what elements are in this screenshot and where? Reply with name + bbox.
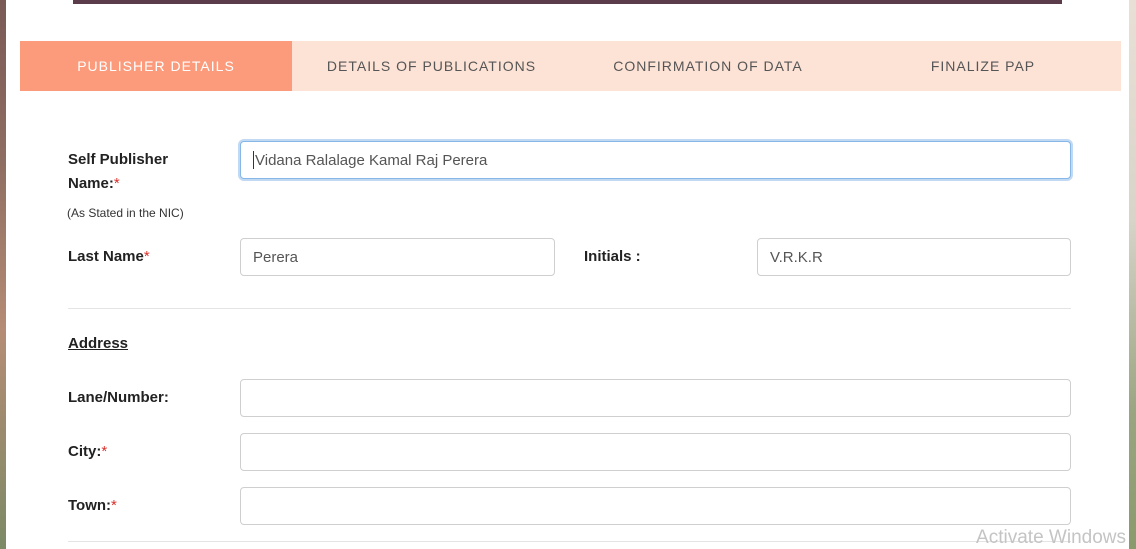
lane-number-input[interactable] <box>240 379 1071 417</box>
top-banner <box>73 0 1062 4</box>
last-name-label: Last Name* <box>68 245 150 269</box>
form-card: PUBLISHER DETAILS DETAILS OF PUBLICATION… <box>6 0 1129 549</box>
initials-input[interactable]: V.R.K.R <box>757 238 1071 276</box>
activate-windows-watermark: Activate Windows <box>976 527 1126 548</box>
tab-details-of-publications[interactable]: DETAILS OF PUBLICATIONS <box>292 41 571 91</box>
lane-number-label: Lane/Number: <box>68 389 169 406</box>
wizard-tabs: PUBLISHER DETAILS DETAILS OF PUBLICATION… <box>20 41 1121 91</box>
tab-confirmation-of-data[interactable]: CONFIRMATION OF DATA <box>571 41 845 91</box>
initials-label: Initials : <box>584 248 641 265</box>
town-label-text: Town: <box>68 497 112 514</box>
initials-value: V.R.K.R <box>770 248 823 266</box>
city-label: City:* <box>68 440 107 464</box>
city-label-text: City: <box>68 443 102 460</box>
self-publisher-label-line1: Self Publisher <box>68 151 169 168</box>
self-publisher-name-value: Vidana Ralalage Kamal Raj Perera <box>255 151 488 169</box>
required-mark: * <box>101 443 108 460</box>
tab-publisher-details[interactable]: PUBLISHER DETAILS <box>20 41 292 91</box>
last-name-label-text: Last Name <box>68 248 144 265</box>
required-mark: * <box>111 497 117 514</box>
last-name-value: Perera <box>253 248 299 266</box>
section-divider <box>68 308 1071 309</box>
text-caret <box>253 151 254 169</box>
town-label: Town:* <box>68 494 117 518</box>
self-publisher-name-input[interactable]: Vidana Ralalage Kamal Raj Perera <box>240 141 1071 179</box>
address-section-title: Address <box>68 335 129 352</box>
required-mark: * <box>143 248 150 265</box>
tab-finalize-pap[interactable]: FINALIZE PAP <box>845 41 1121 91</box>
self-publisher-name-label: Self Publisher Name:* <box>68 148 168 196</box>
town-input[interactable] <box>240 487 1071 525</box>
self-publisher-label-line2: Name: <box>68 175 114 192</box>
nic-hint: (As Stated in the NIC) <box>67 206 184 220</box>
city-input[interactable] <box>240 433 1071 471</box>
section-divider-bottom <box>68 541 1071 542</box>
background-right <box>1129 0 1136 549</box>
last-name-input[interactable]: Perera <box>240 238 555 276</box>
required-mark: * <box>113 175 120 192</box>
